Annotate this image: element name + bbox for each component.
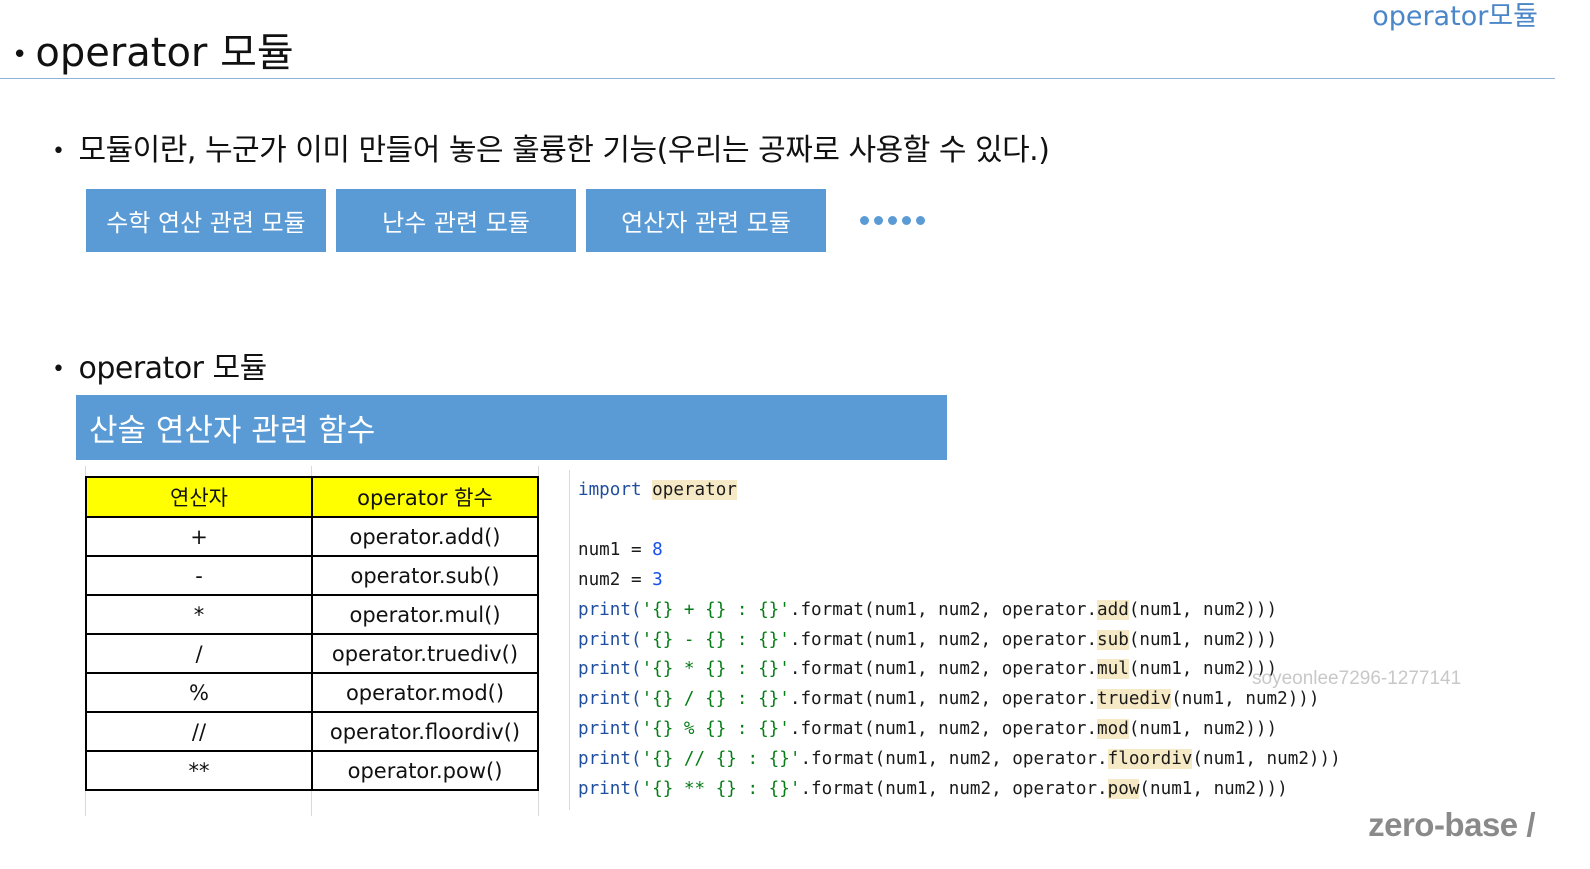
code-text: print( xyxy=(578,749,642,770)
operator-cell: / xyxy=(85,633,313,674)
code-gutter xyxy=(569,470,570,810)
code-line-print: print('{} ** {} : {}'.format(num1, num2,… xyxy=(578,775,1341,805)
slide-title: • operator 모듈 xyxy=(12,20,294,78)
operator-cell: + xyxy=(85,516,313,557)
code-function: mod xyxy=(1097,719,1129,740)
code-line-assign1: num1 = 8 xyxy=(578,536,1341,566)
intro-bullet: • 모듈이란, 누군가 이미 만들어 놓은 훌륭한 기능(우리는 공짜로 사용할 … xyxy=(52,125,1050,169)
corner-section-label: operator모듈 xyxy=(1372,1,1538,32)
operator-module-box: 연산자 관련 모듈 xyxy=(586,189,826,252)
random-module-box: 난수 관련 모듈 xyxy=(336,189,576,252)
function-cell: operator.sub() xyxy=(311,555,539,596)
function-cell: operator.truediv() xyxy=(311,633,539,674)
table-row: % operator.mod() xyxy=(85,672,539,713)
code-text: (num1, num2))) xyxy=(1192,749,1341,770)
function-cell: operator.mul() xyxy=(311,594,539,635)
code-text: .format(num1, num2, operator. xyxy=(800,749,1108,770)
title-bullet: • xyxy=(12,40,28,70)
intro-bullet-text: 모듈이란, 누군가 이미 만들어 놓은 훌륭한 기능(우리는 공짜로 사용할 수… xyxy=(78,133,1050,168)
code-text: .format(num1, num2, operator. xyxy=(789,719,1098,740)
more-dots-icon xyxy=(860,216,925,225)
code-text: print( xyxy=(578,779,642,800)
code-function: floordiv xyxy=(1107,749,1193,770)
user-watermark: soyeonlee7296-1277141 xyxy=(1252,668,1462,689)
code-string: '{} / {} : {}' xyxy=(641,689,790,710)
code-line-print: print('{} // {} : {}'.format(num1, num2,… xyxy=(578,745,1341,775)
function-cell: operator.add() xyxy=(311,516,539,557)
code-module-name: operator xyxy=(652,480,737,500)
section-banner: 산술 연산자 관련 함수 xyxy=(76,395,947,460)
table-row: * operator.mul() xyxy=(85,594,539,635)
table-row: + operator.add() xyxy=(85,516,539,557)
code-text: print( xyxy=(578,659,642,680)
table-row: //operator.floordiv() xyxy=(85,711,539,752)
code-text: .format(num1, num2, operator. xyxy=(789,599,1098,620)
operator-cell: % xyxy=(85,672,313,713)
operator-cell: ** xyxy=(85,750,313,791)
code-string: '{} // {} : {}' xyxy=(641,749,801,770)
function-cell: operator.pow() xyxy=(311,750,539,791)
code-line-print: print('{} * {} : {}'.format(num1, num2, … xyxy=(578,655,1341,685)
operator-cell: // xyxy=(85,711,313,752)
bullet-dot: • xyxy=(52,357,65,382)
code-text: (num1, num2))) xyxy=(1128,629,1278,650)
code-function: truediv xyxy=(1097,689,1172,710)
code-text: num2 = xyxy=(578,569,653,590)
code-string: '{} * {} : {}' xyxy=(641,659,790,680)
code-function: mul xyxy=(1097,659,1129,680)
code-text: .format(num1, num2, operator. xyxy=(800,779,1108,800)
code-text: .format(num1, num2, operator. xyxy=(789,629,1098,650)
math-module-box: 수학 연산 관련 모듈 xyxy=(86,189,326,252)
brand-logo: zero-base / xyxy=(1368,806,1535,843)
code-string: '{} + {} : {}' xyxy=(641,599,790,620)
code-text: print( xyxy=(578,599,642,620)
operator-table: 연산자 operator 함수 + operator.add() - operato… xyxy=(85,476,539,791)
code-text: num1 = xyxy=(578,539,653,560)
header-function: operator 함수 xyxy=(311,476,539,518)
code-function: add xyxy=(1097,599,1129,620)
section-bullet: • operator 모듈 xyxy=(52,343,267,387)
header-operator: 연산자 xyxy=(85,476,313,518)
code-text: print( xyxy=(578,629,642,650)
code-text: .format(num1, num2, operator. xyxy=(789,689,1098,710)
module-category-row: 수학 연산 관련 모듈 난수 관련 모듈 연산자 관련 모듈 xyxy=(86,189,925,252)
code-text: .format(num1, num2, operator. xyxy=(789,659,1098,680)
bullet-dot: • xyxy=(52,139,65,164)
section-bullet-text: operator 모듈 xyxy=(78,351,267,386)
code-string: '{} ** {} : {}' xyxy=(641,779,801,800)
code-text: (num1, num2))) xyxy=(1128,719,1278,740)
code-number: 3 xyxy=(652,569,663,590)
code-text: (num1, num2))) xyxy=(1171,689,1320,710)
code-text: print( xyxy=(578,719,642,740)
code-text: (num1, num2))) xyxy=(1139,779,1288,800)
code-function: sub xyxy=(1097,629,1129,650)
table-row: - operator.sub() xyxy=(85,555,539,596)
code-function: pow xyxy=(1107,779,1140,800)
code-line-print: print('{} + {} : {}'.format(num1, num2, … xyxy=(578,596,1341,626)
table-row: / operator.truediv() xyxy=(85,633,539,674)
code-string: '{} % {} : {}' xyxy=(641,719,790,740)
code-block: import operator num1 = 8 num2 = 3 print('{}… xyxy=(578,476,1341,805)
code-text: (num1, num2))) xyxy=(1128,599,1278,620)
table-header-row: 연산자 operator 함수 xyxy=(85,476,539,518)
code-line-import: import operator xyxy=(578,476,1341,506)
code-line-assign2: num2 = 3 xyxy=(578,566,1341,596)
function-cell: operator.mod() xyxy=(311,672,539,713)
code-text: print( xyxy=(578,689,642,710)
code-number: 8 xyxy=(652,539,663,560)
code-line-print: print('{} - {} : {}'.format(num1, num2, … xyxy=(578,626,1341,656)
code-line-print: print('{} / {} : {}'.format(num1, num2, … xyxy=(578,685,1341,715)
title-divider xyxy=(0,78,1555,79)
title-text: operator 모듈 xyxy=(35,30,294,76)
function-cell: operator.floordiv() xyxy=(311,711,539,752)
operator-cell: - xyxy=(85,555,313,596)
code-keyword: import xyxy=(578,480,642,500)
code-line-print: print('{} % {} : {}'.format(num1, num2, … xyxy=(578,715,1341,745)
code-string: '{} - {} : {}' xyxy=(641,629,790,650)
operator-cell: * xyxy=(85,594,313,635)
table-row: ** operator.pow() xyxy=(85,750,539,791)
